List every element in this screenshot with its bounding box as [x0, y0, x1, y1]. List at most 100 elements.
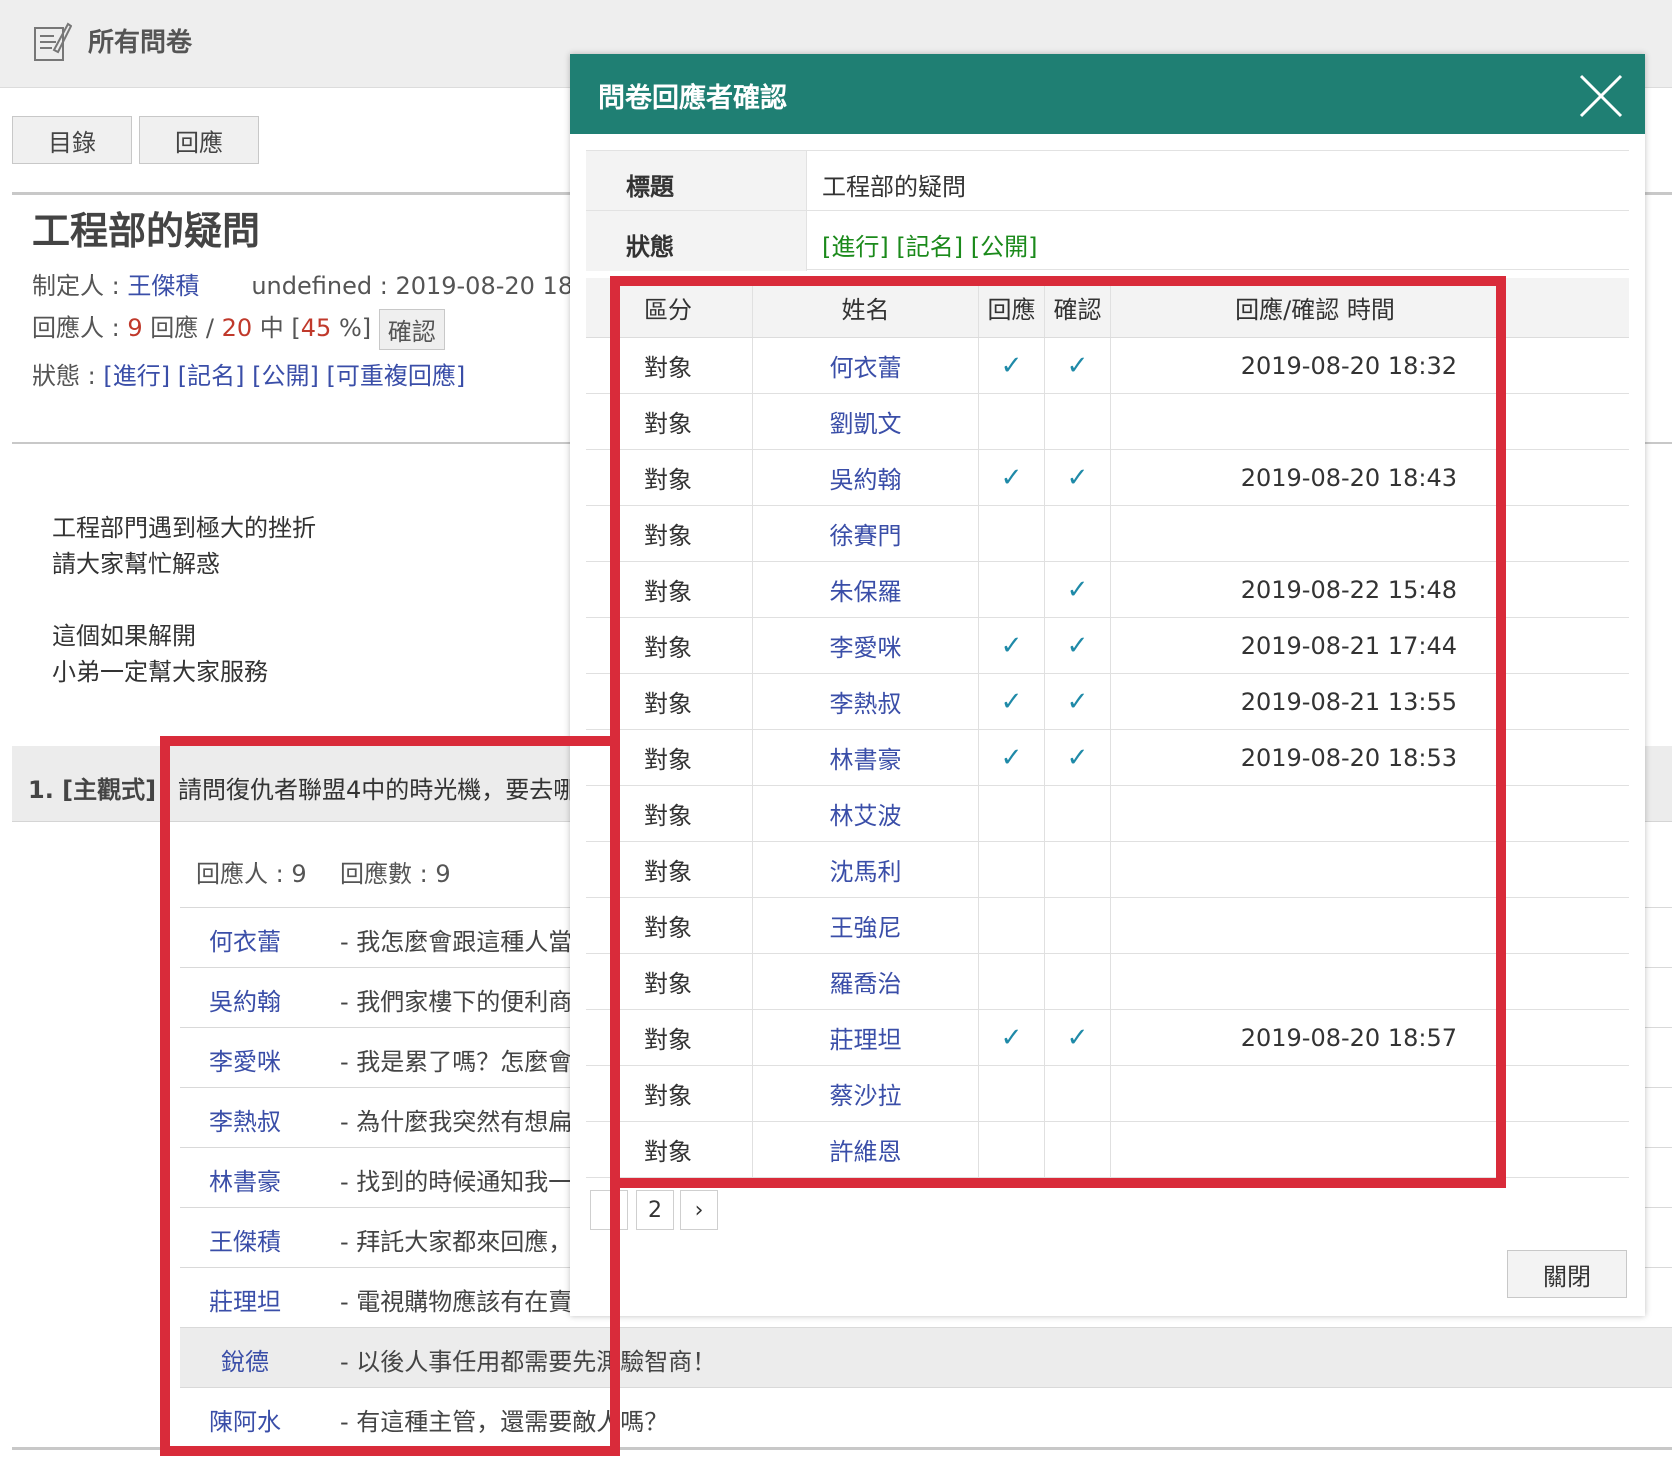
answer-name[interactable]: 林書豪 — [180, 1162, 310, 1197]
confirmed-cell: ✓ — [1044, 338, 1110, 393]
row-name[interactable]: 吳約翰 — [752, 450, 978, 505]
row-type: 對象 — [644, 522, 692, 550]
description-line: 請大家幫忙解惑 — [52, 550, 220, 578]
row-type: 對象 — [644, 634, 692, 662]
responded-cell: ✓ — [978, 618, 1044, 673]
table-row: 對象 羅喬治 — [586, 954, 1629, 1010]
question-label: 1. [主觀式] — [28, 776, 157, 804]
row-name[interactable]: 何衣蕾 — [752, 338, 978, 393]
respondents-text: 回應 / — [142, 314, 222, 342]
responses-button[interactable]: 回應 — [139, 116, 259, 164]
row-type: 對象 — [644, 354, 692, 382]
description-line: 小弟一定幫大家服務 — [52, 658, 268, 686]
confirmed-cell — [1044, 898, 1110, 953]
responded-cell — [978, 954, 1044, 1009]
info-key: 狀態 — [586, 211, 807, 271]
confirmed-cell: ✓ — [1044, 1010, 1110, 1065]
answer-name[interactable]: 王傑積 — [180, 1222, 310, 1257]
status-tag-public: [公開] — [252, 362, 319, 390]
row-name[interactable]: 李愛咪 — [752, 618, 978, 673]
confirmed-cell — [1044, 394, 1110, 449]
row-time: 2019-08-22 15:48 — [1110, 562, 1629, 617]
row-time — [1110, 394, 1629, 449]
status-tag-named: [記名] — [896, 233, 964, 261]
responded-cell — [978, 786, 1044, 841]
document-edit-icon — [34, 22, 72, 61]
info-row-status: 狀態 [進行] [記名] [公開] — [586, 210, 1629, 271]
creator-name[interactable]: 王傑積 — [127, 272, 199, 300]
row-name[interactable]: 蔡沙拉 — [752, 1066, 978, 1121]
answer-text: - 找到的時候通知我一 — [340, 1168, 573, 1196]
row-name[interactable]: 林書豪 — [752, 730, 978, 785]
responded-cell — [978, 842, 1044, 897]
status-tag-public: [公開] — [970, 233, 1038, 261]
confirmed-cell — [1044, 786, 1110, 841]
row-time — [1110, 954, 1629, 1009]
table-row: 對象 沈馬利 — [586, 842, 1629, 898]
row-name[interactable]: 莊理坦 — [752, 1010, 978, 1065]
status-line: 狀態 : [進行] [記名] [公開] [可重複回應] — [32, 356, 465, 391]
responded-cell: ✓ — [978, 338, 1044, 393]
row-time — [1110, 898, 1629, 953]
pager-prev[interactable] — [590, 1190, 628, 1230]
row-name[interactable]: 朱保羅 — [752, 562, 978, 617]
row-time: 2019-08-20 18:57 — [1110, 1010, 1629, 1065]
answer-name[interactable]: 銳德 — [180, 1342, 310, 1377]
row-name[interactable]: 沈馬利 — [752, 842, 978, 897]
column-header: 回應 — [978, 278, 1044, 337]
confirmed-cell: ✓ — [1044, 450, 1110, 505]
row-time: 2019-08-21 17:44 — [1110, 618, 1629, 673]
row-name[interactable]: 李熱叔 — [752, 674, 978, 729]
question-text: 請問復仇者聯盟4中的時光機，要去哪 — [178, 776, 578, 804]
status-tag-in-progress: [進行] — [103, 362, 171, 390]
row-name[interactable]: 許維恩 — [752, 1122, 978, 1177]
row-name[interactable]: 林艾波 — [752, 786, 978, 841]
column-header: 確認 — [1044, 278, 1110, 337]
table-row: 對象 蔡沙拉 — [586, 1066, 1629, 1122]
confirmed-cell: ✓ — [1044, 730, 1110, 785]
row-time: 2019-08-21 13:55 — [1110, 674, 1629, 729]
row-time — [1110, 1066, 1629, 1121]
list-button[interactable]: 目錄 — [12, 116, 132, 164]
percent-value: 45 — [300, 314, 332, 342]
responded-cell — [978, 506, 1044, 561]
table-header: 區分 姓名 回應 確認 回應/確認 時間 — [586, 278, 1629, 338]
pager-page-2[interactable]: 2 — [636, 1190, 674, 1230]
answer-name[interactable]: 陳阿水 — [180, 1402, 310, 1437]
answer-text: - 我們家樓下的便利商 — [340, 988, 573, 1016]
close-icon[interactable] — [1577, 72, 1625, 120]
check-icon: ✓ — [1000, 1022, 1023, 1053]
responded-cell: ✓ — [978, 674, 1044, 729]
confirm-button[interactable]: 確認 — [378, 308, 445, 350]
answer-name[interactable]: 李熱叔 — [180, 1102, 310, 1137]
info-value: [進行] [記名] [公開] — [822, 227, 1037, 262]
responded-cell — [978, 562, 1044, 617]
answer-text: - 以後人事任用都需要先測驗智商！ — [340, 1348, 717, 1376]
row-type: 對象 — [644, 1026, 692, 1054]
creator-label: 制定人 : — [32, 272, 128, 300]
row-type: 對象 — [644, 578, 692, 606]
row-time — [1110, 842, 1629, 897]
row-name[interactable]: 王強尼 — [752, 898, 978, 953]
answer-name[interactable]: 何衣蕾 — [180, 922, 310, 957]
row-name[interactable]: 徐賽門 — [752, 506, 978, 561]
confirmed-cell — [1044, 954, 1110, 1009]
row-name[interactable]: 劉凱文 — [752, 394, 978, 449]
row-time: 2019-08-20 18:32 — [1110, 338, 1629, 393]
chevron-right-icon[interactable]: › — [680, 1190, 718, 1230]
responded-cell — [978, 1066, 1044, 1121]
row-time — [1110, 786, 1629, 841]
answer-row: 銳德 - 以後人事任用都需要先測驗智商！ — [180, 1327, 1672, 1387]
answer-name[interactable]: 莊理坦 — [180, 1282, 310, 1317]
confirmed-cell — [1044, 1122, 1110, 1177]
table-row: 對象 何衣蕾 ✓ ✓ 2019-08-20 18:32 — [586, 338, 1629, 394]
table-row: 對象 莊理坦 ✓ ✓ 2019-08-20 18:57 — [586, 1010, 1629, 1066]
row-type: 對象 — [644, 802, 692, 830]
row-name[interactable]: 羅喬治 — [752, 954, 978, 1009]
answer-name[interactable]: 吳約翰 — [180, 982, 310, 1017]
close-button[interactable]: 關閉 — [1507, 1250, 1627, 1298]
creator-line: 制定人 : 王傑積 undefined : 2019-08-20 18:07 — [32, 266, 612, 301]
respondents-line: 回應人 : 9 回應 / 20 中 [45 %] 確認 — [32, 308, 445, 350]
respondents-text-2: 中 [ — [252, 314, 301, 342]
answer-name[interactable]: 李愛咪 — [180, 1042, 310, 1077]
